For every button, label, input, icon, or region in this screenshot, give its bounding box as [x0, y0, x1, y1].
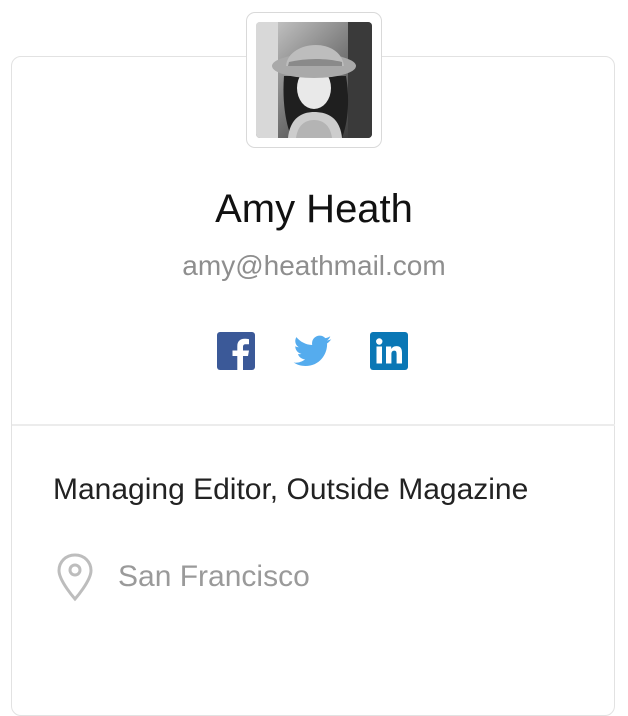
linkedin-icon[interactable] — [370, 332, 408, 372]
avatar — [246, 12, 382, 148]
profile-card — [11, 56, 615, 716]
section-divider — [12, 424, 615, 426]
profile-email[interactable]: amy@heathmail.com — [0, 246, 628, 286]
location-pin-icon — [57, 553, 93, 602]
avatar-photo — [256, 22, 372, 138]
twitter-icon[interactable] — [292, 332, 334, 372]
profile-name: Amy Heath — [215, 187, 413, 231]
location-text: San Francisco — [118, 560, 310, 593]
facebook-icon[interactable] — [217, 332, 255, 372]
job-title: Managing Editor, Outside Magazine — [53, 473, 529, 506]
